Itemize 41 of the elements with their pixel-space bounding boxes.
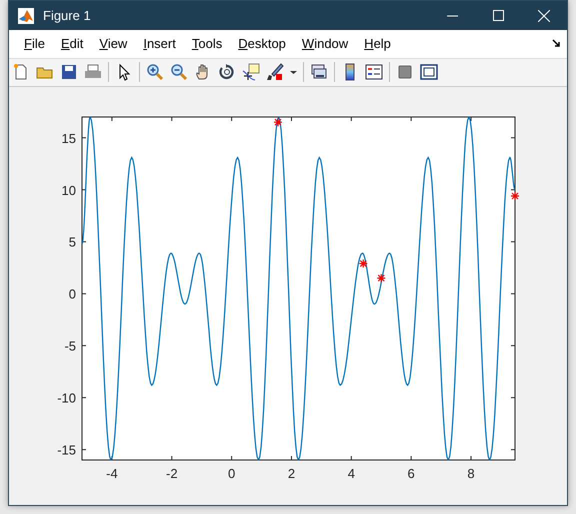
tick-label: -10 xyxy=(57,390,76,406)
close-icon xyxy=(538,10,550,22)
tick-label: 5 xyxy=(68,234,76,250)
star-marker xyxy=(358,258,368,268)
data-cursor-icon[interactable] xyxy=(242,63,260,82)
dock-arrow-icon[interactable] xyxy=(552,39,561,48)
save-icon[interactable] xyxy=(60,63,78,82)
brush-icon[interactable] xyxy=(266,63,284,82)
menu-item[interactable]: Window xyxy=(294,36,356,52)
tick-label: -4 xyxy=(106,466,118,481)
zoom-out-icon[interactable] xyxy=(170,63,188,82)
star-marker xyxy=(510,191,520,201)
menu-item[interactable]: Edit xyxy=(52,36,92,52)
menu-item[interactable]: View xyxy=(91,36,136,52)
tick-label: 0 xyxy=(68,286,76,302)
tick-label: 15 xyxy=(62,130,76,146)
zoom-in-icon[interactable] xyxy=(146,63,164,82)
menu-item[interactable]: Tools xyxy=(184,36,230,52)
maximize-icon xyxy=(492,10,504,21)
tick-label: -5 xyxy=(64,338,76,354)
tick-label: 2 xyxy=(288,466,296,481)
tick-label: 10 xyxy=(62,182,76,198)
linked-plot-icon[interactable] xyxy=(310,63,328,82)
tick-label: -15 xyxy=(57,442,76,458)
square-icon[interactable] xyxy=(396,63,414,82)
tick-label: 8 xyxy=(467,466,475,481)
legend-icon[interactable] xyxy=(365,63,383,82)
star-marker xyxy=(273,118,283,127)
menu-item[interactable]: Insert xyxy=(135,36,184,52)
menu-item[interactable]: File xyxy=(16,36,53,52)
app-logo-icon xyxy=(18,8,34,24)
window-title: Figure 1 xyxy=(43,8,92,23)
menu-item[interactable]: Desktop xyxy=(230,36,294,52)
menu-item[interactable]: Help xyxy=(356,36,399,52)
plot-tools-icon[interactable] xyxy=(420,63,438,82)
rotate-icon[interactable] xyxy=(218,63,236,82)
tick-label: 0 xyxy=(228,466,236,481)
tick-label: -2 xyxy=(166,466,178,481)
tick-label: 6 xyxy=(408,466,415,481)
tick-label: 4 xyxy=(348,466,355,481)
star-marker xyxy=(376,274,386,283)
